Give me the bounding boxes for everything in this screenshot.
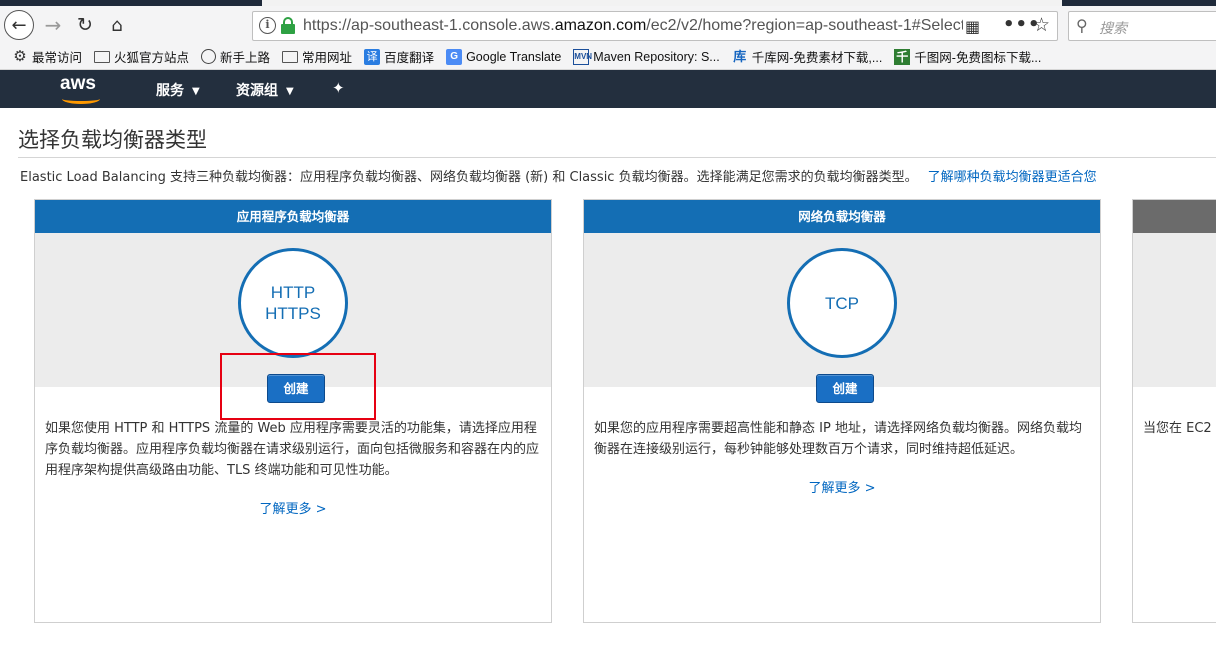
title-divider [18, 157, 1216, 158]
card-header: 应用程序负载均衡器 [35, 200, 551, 233]
card-visual [1133, 233, 1216, 387]
search-placeholder: 搜索 [1099, 21, 1127, 37]
learn-more-link[interactable]: 了解更多 > [584, 477, 1100, 496]
bookmark-label: 常用网址 [302, 51, 353, 65]
aws-logo-text: aws [60, 73, 96, 94]
page-title: 选择负载均衡器类型 [18, 128, 207, 152]
home-icon[interactable]: ⌂ [102, 10, 132, 40]
chevron-down-icon: ▼ [286, 86, 294, 97]
bookmark-star-icon[interactable]: ☆ [1033, 14, 1050, 36]
qianku-icon: 库 [733, 48, 747, 64]
browser-nav-bar: ← → ↻ ⌂ i https://ap-southeast-1.console… [0, 6, 1216, 44]
google-translate-icon: G [446, 48, 463, 65]
bookmark-maven[interactable]: MVN Maven Repository: S... [573, 48, 720, 65]
card-description: 如果您的应用程序需要超高性能和静态 IP 地址，请选择网络负载均衡器。网络负载均… [594, 421, 1082, 457]
bookmark-qiantu[interactable]: 千千图网-免费图标下载... [894, 47, 1041, 66]
bookmarks-bar: ⚙ 最常访问 火狐官方站点 新手上路 常用网址 译百度翻译 G Google Tra… [0, 44, 1216, 70]
back-arrow-icon[interactable]: ← [4, 10, 34, 40]
bookmark-common-sites[interactable]: 常用网址 [282, 47, 352, 66]
protocol-label: TCP [825, 293, 859, 313]
qiantu-icon: 千 [894, 48, 911, 65]
resource-groups-menu-label: 资源组 [236, 83, 278, 99]
bookmark-qianku[interactable]: 库千库网-免费素材下载,... [732, 47, 883, 66]
protocol-circle: TCP [787, 248, 897, 358]
globe-icon [201, 49, 217, 64]
bookmark-label: 火狐官方站点 [114, 51, 190, 65]
bookmark-getting-started[interactable]: 新手上路 [201, 47, 270, 66]
aws-console-header: aws 服务 ▼ 资源组 ▼ ✦ [0, 70, 1216, 108]
classic-load-balancer-card: 当您在 EC2 [1132, 199, 1216, 623]
gear-icon: ⚙ [13, 47, 27, 65]
card-visual: TCP [584, 233, 1100, 387]
chevron-down-icon: ▼ [192, 86, 200, 97]
bookmark-label: 千图网-免费图标下载... [914, 51, 1042, 65]
resource-groups-menu[interactable]: 资源组 ▼ [236, 80, 294, 100]
protocol-circle: HTTP HTTPS [238, 248, 348, 358]
learn-more-link[interactable]: 了解更多 > [35, 498, 551, 517]
card-header [1133, 200, 1216, 233]
info-icon[interactable]: i [259, 17, 276, 34]
network-load-balancer-card: 网络负载均衡器 TCP 创建 如果您的应用程序需要超高性能和静态 IP 地址，请… [583, 199, 1101, 623]
bookmark-baidu-translate[interactable]: 译百度翻译 [364, 47, 434, 66]
highlight-box [220, 353, 376, 420]
search-input[interactable]: ⚲ 搜索 [1068, 11, 1216, 41]
bookmark-label: 百度翻译 [384, 51, 435, 65]
url-text[interactable]: https://ap-southeast-1.console.aws.amazo… [303, 17, 963, 37]
url-suffix: /ec2/v2/home?region=ap-southeast-1#Selec… [646, 17, 963, 34]
search-icon: ⚲ [1076, 16, 1088, 35]
url-prefix: https://ap-southeast-1.console.aws. [303, 17, 555, 34]
maven-icon: MVN [573, 48, 592, 65]
qr-code-icon[interactable]: ▦ [965, 17, 980, 36]
aws-smile-icon [62, 94, 100, 104]
forward-arrow-icon[interactable]: → [38, 10, 68, 40]
intro-description: Elastic Load Balancing 支持三种负载均衡器：应用程序负载均… [20, 170, 918, 185]
translate-icon: 译 [364, 48, 381, 65]
url-bar[interactable]: i https://ap-southeast-1.console.aws.ama… [252, 11, 1058, 41]
url-host: amazon.com [554, 17, 647, 34]
bookmark-label: Maven Repository: S... [593, 49, 720, 64]
bookmark-label: 最常访问 [32, 51, 83, 65]
which-load-balancer-link[interactable]: 了解哪种负载均衡器更适合您 [928, 170, 1097, 185]
lock-icon [281, 17, 295, 35]
bookmark-firefox-site[interactable]: 火狐官方站点 [94, 47, 189, 66]
services-menu-label: 服务 [156, 83, 184, 99]
bookmark-label: 新手上路 [220, 51, 271, 65]
pin-icon[interactable]: ✦ [332, 79, 345, 97]
services-menu[interactable]: 服务 ▼ [156, 80, 200, 100]
bookmark-label: 千库网-免费素材下载,... [751, 51, 883, 65]
bookmark-most-visited[interactable]: ⚙ 最常访问 [12, 47, 82, 66]
aws-logo[interactable]: aws [60, 73, 104, 105]
folder-icon [282, 50, 299, 63]
bookmark-google-translate[interactable]: G Google Translate [446, 48, 562, 65]
protocol-label: HTTP [270, 283, 316, 302]
bookmark-label: Google Translate [466, 49, 562, 64]
folder-icon [94, 50, 111, 63]
create-nlb-button[interactable]: 创建 [816, 374, 874, 403]
reload-icon[interactable]: ↻ [70, 10, 100, 40]
protocol-label: HTTPS [265, 304, 321, 323]
intro-text: Elastic Load Balancing 支持三种负载均衡器：应用程序负载均… [20, 166, 1097, 185]
card-header: 网络负载均衡器 [584, 200, 1100, 233]
card-description: 如果您使用 HTTP 和 HTTPS 流量的 Web 应用程序需要灵活的功能集，… [45, 421, 540, 478]
card-description: 当您在 EC2 [1143, 421, 1212, 436]
